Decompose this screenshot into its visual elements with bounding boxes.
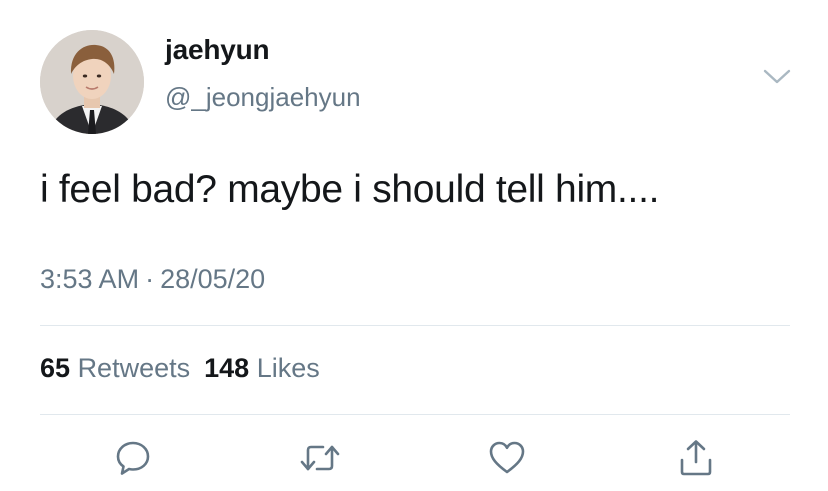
divider: [40, 325, 790, 326]
likes-label: Likes: [256, 353, 320, 383]
reply-icon: [116, 441, 150, 475]
avatar-photo: [40, 30, 144, 134]
tweet-stats: 65 Retweets 148 Likes: [40, 355, 320, 382]
likes-count: 148: [204, 353, 250, 383]
retweets-label: Retweets: [77, 353, 191, 383]
share-button[interactable]: [674, 436, 718, 480]
chevron-down-icon[interactable]: [762, 68, 792, 86]
divider: [40, 414, 790, 415]
user-handle[interactable]: @_jeongjaehyun: [165, 84, 361, 110]
retweet-icon: [300, 445, 340, 471]
reply-button[interactable]: [111, 436, 155, 480]
tweet-text: i feel bad? maybe i should tell him....: [40, 168, 660, 211]
retweets-count: 65: [40, 353, 71, 383]
timestamp-separator: ·: [145, 264, 155, 294]
tweet-time: 3:53 AM: [40, 264, 140, 294]
retweets-stat[interactable]: 65 Retweets: [40, 353, 190, 383]
tweet-date: 28/05/20: [160, 264, 266, 294]
tweet-card: jaehyun @_jeongjaehyun i feel bad? maybe…: [0, 0, 828, 491]
share-icon: [680, 440, 712, 476]
likes-stat[interactable]: 148 Likes: [204, 353, 320, 383]
display-name[interactable]: jaehyun: [165, 36, 270, 64]
heart-icon: [489, 441, 525, 474]
tweet-timestamp[interactable]: 3:53 AM · 28/05/20: [40, 266, 265, 293]
retweet-button[interactable]: [298, 436, 342, 480]
like-button[interactable]: [485, 436, 529, 480]
avatar[interactable]: [40, 30, 144, 134]
